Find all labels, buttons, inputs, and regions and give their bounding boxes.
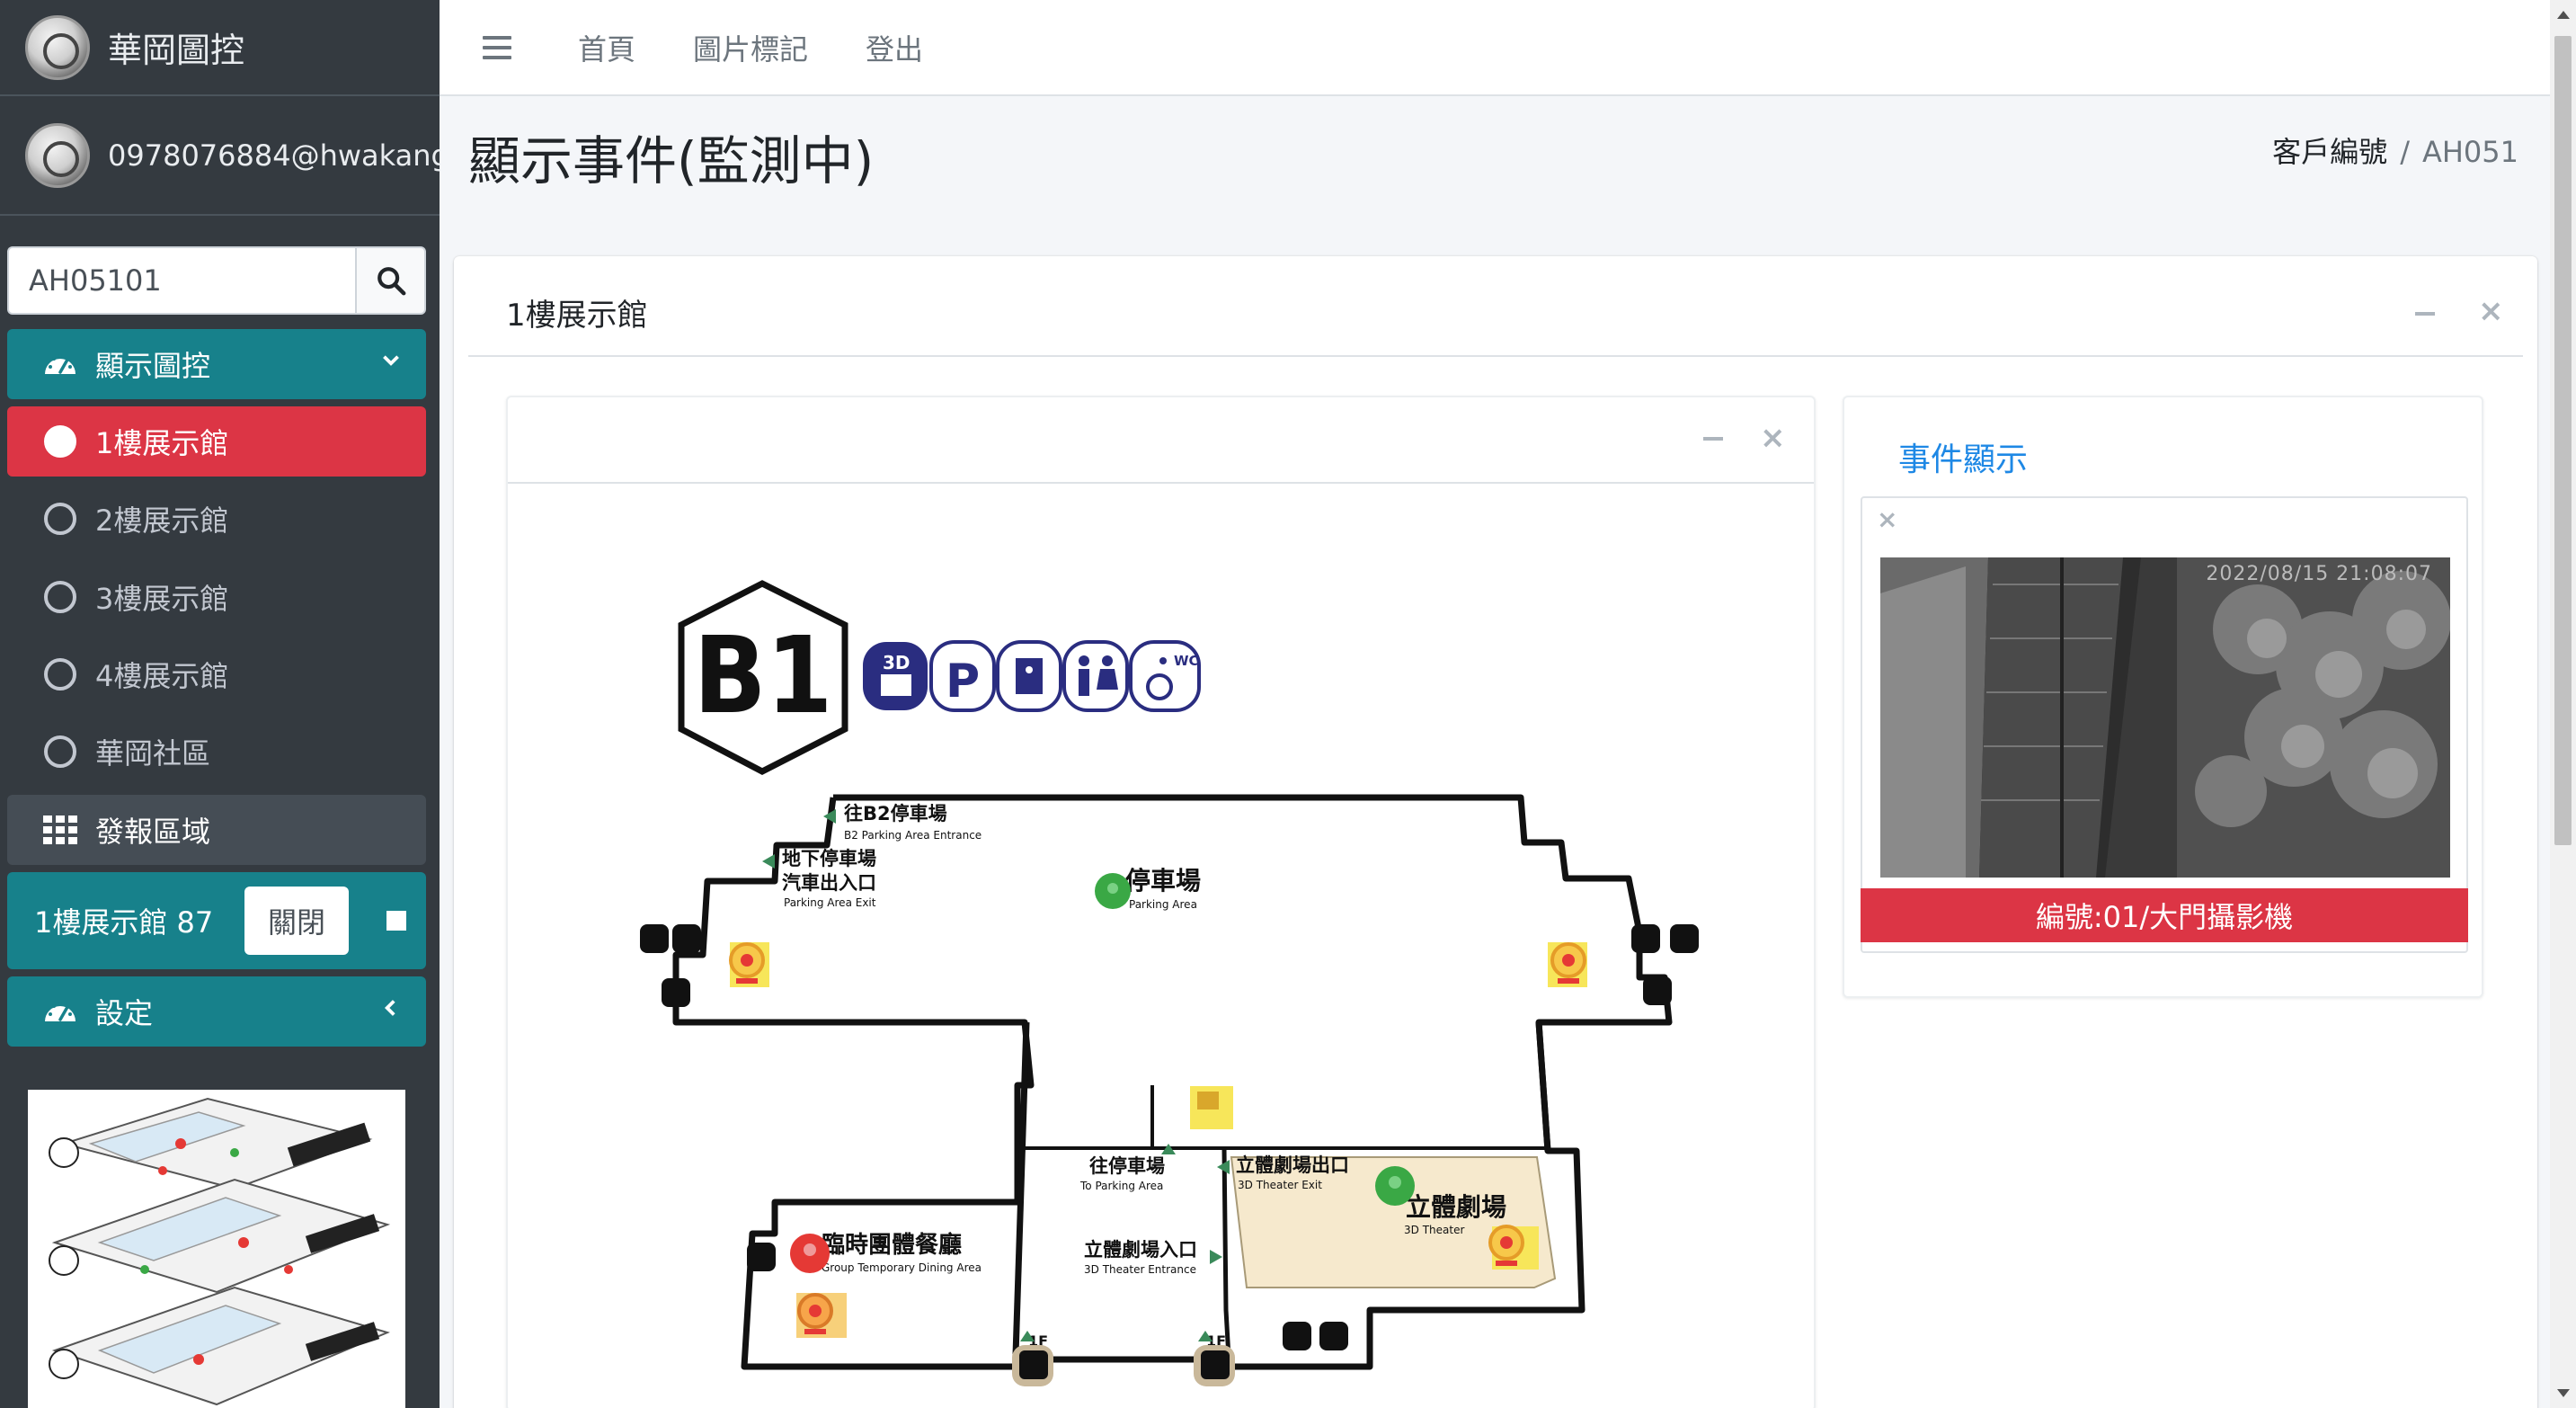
map-label-theater-exit: 立體劇場出口 — [1236, 1154, 1349, 1176]
collapse-icon[interactable] — [2415, 312, 2435, 316]
event-caption: 編號:01/大門攝影機 — [1861, 888, 2468, 942]
alarm-close-button[interactable]: 關閉 — [244, 887, 349, 955]
collapse-icon[interactable] — [1703, 437, 1723, 441]
sidebar-menu-settings-label: 設定 — [95, 996, 154, 1030]
search-icon — [377, 267, 405, 296]
main-card-title: 1樓展示館 — [506, 298, 648, 334]
hamburger-menu-icon[interactable] — [483, 35, 511, 59]
sidebar-item-alarm-area[interactable]: 發報區域 — [7, 795, 426, 865]
page-scrollbar[interactable] — [2550, 0, 2576, 1408]
event-panel: 事件顯示 × 2022/08/15 21:08:07 編號:01/大門攝影機 — [1843, 396, 2483, 998]
main-card-header: 1樓展示館 × — [468, 256, 2523, 357]
floor-map-card: × B1 3D P WC 往B2停車場 地下停車場 汽車出入口 停車場 往停車場… — [506, 396, 1816, 1408]
breadcrumb-current: AH051 — [2421, 135, 2518, 169]
breadcrumb: 客戶編號 / AH051 — [2272, 129, 2518, 171]
map-label-to-parking: 往停車場 — [1089, 1155, 1165, 1177]
circle-icon — [41, 655, 79, 693]
close-icon[interactable]: × — [1877, 507, 1897, 532]
brand-title: 華岡圖控 — [108, 31, 245, 70]
stop-icon[interactable] — [386, 911, 406, 931]
sidebar-item-floor-2[interactable]: 2樓展示館 — [7, 484, 426, 554]
map-label-theater-entrance-en: 3D Theater Entrance — [1084, 1263, 1196, 1276]
user-panel[interactable]: 0978076884@hwakang.c — [0, 96, 440, 216]
floor-badge-label: B1 — [694, 613, 833, 737]
circle-icon — [41, 578, 79, 616]
map-label-car-exit: 汽車出入口 — [782, 872, 876, 894]
sidebar-item-floor-1[interactable]: 1樓展示館 — [7, 406, 426, 477]
sidebar-item-community[interactable]: 華岡社區 — [7, 717, 426, 787]
page-title: 顯示事件(監測中) — [468, 130, 875, 192]
facility-icons: 3D P WC — [863, 640, 1201, 712]
3d-icon-label: 3D — [883, 652, 910, 673]
map-label-theater-en: 3D Theater — [1404, 1224, 1464, 1236]
map-label-dining: 臨時團體餐廳 — [822, 1231, 962, 1259]
parking-icon-label: P — [946, 655, 980, 708]
map-label-parking: 停車場 — [1125, 866, 1201, 896]
camera-timestamp: 2022/08/15 21:08:07 — [2206, 563, 2432, 585]
close-icon[interactable]: × — [2478, 296, 2504, 326]
map-label-b2-parking: 往B2停車場 — [844, 803, 947, 824]
sidebar: 華岡圖控 0978076884@hwakang.c 顯示圖控 1樓展示館 — [0, 0, 440, 1408]
brand[interactable]: 華岡圖控 — [0, 0, 440, 96]
nav-link-logout[interactable]: 登出 — [866, 27, 923, 68]
map-label-dining-en: Group Temporary Dining Area — [822, 1261, 982, 1274]
sidebar-menu-display[interactable]: 顯示圖控 — [7, 329, 426, 399]
wc-icon-label: WC — [1174, 653, 1199, 669]
floor-map: B1 3D P WC 往B2停車場 地下停車場 汽車出入口 停車場 往停車場 立… — [640, 580, 1699, 1386]
sidebar-item-label: 2樓展示館 — [95, 503, 229, 538]
brand-logo — [25, 14, 90, 80]
sidebar-item-floor-3[interactable]: 3樓展示館 — [7, 562, 426, 632]
circle-icon — [41, 500, 79, 538]
map-label-b2-parking-en: B2 Parking Area Entrance — [844, 829, 982, 842]
map-label-ug-parking: 地下停車場 — [782, 848, 876, 869]
sidebar-item-label: 4樓展示館 — [95, 659, 229, 693]
floor-map-card-header: × — [508, 397, 1814, 484]
alarm-entry: 1樓展示館 87 關閉 — [7, 872, 426, 969]
map-label-to-parking-en: To Parking Area — [1079, 1180, 1163, 1192]
sidebar-item-label: 華岡社區 — [95, 736, 211, 771]
circle-icon — [41, 733, 79, 771]
scroll-up-icon[interactable] — [2557, 11, 2570, 19]
dashboard-icon — [41, 345, 79, 383]
user-email: 0978076884@hwakang.c — [108, 138, 440, 173]
sidebar-search — [7, 246, 426, 315]
floor-overview-thumbnail[interactable] — [28, 1090, 405, 1408]
event-item: × 2022/08/15 21:08:07 編號:01/大門攝影機 — [1861, 496, 2468, 953]
alarm-entry-label: 1樓展示館 87 — [34, 905, 214, 940]
breadcrumb-parent[interactable]: 客戶編號 — [2272, 135, 2387, 169]
grid-icon — [41, 811, 79, 849]
camera-snapshot[interactable]: 2022/08/15 21:08:07 — [1880, 557, 2450, 878]
map-label-theater: 立體劇場 — [1406, 1192, 1506, 1222]
breadcrumb-separator: / — [2400, 135, 2410, 169]
sidebar-item-label: 發報區域 — [95, 815, 211, 849]
sidebar-menu-settings[interactable]: 設定 — [7, 976, 426, 1047]
map-label-theater-exit-en: 3D Theater Exit — [1238, 1179, 1322, 1191]
nav-link-home[interactable]: 首頁 — [578, 27, 635, 68]
sidebar-item-floor-4[interactable]: 4樓展示館 — [7, 639, 426, 709]
user-avatar — [25, 122, 90, 188]
sidebar-item-label: 3樓展示館 — [95, 582, 229, 616]
scrollbar-thumb[interactable] — [2554, 36, 2572, 845]
scroll-down-icon[interactable] — [2557, 1389, 2570, 1397]
map-label-car-exit-en: Parking Area Exit — [784, 896, 876, 909]
event-panel-title: 事件顯示 — [1898, 441, 2029, 478]
sidebar-menu-display-label: 顯示圖控 — [95, 349, 211, 383]
dashboard-icon — [41, 993, 79, 1030]
topbar: 首頁 圖片標記 登出 — [440, 0, 2550, 96]
search-input[interactable] — [7, 246, 355, 315]
map-label-parking-en: Parking Area — [1129, 898, 1197, 911]
circle-icon — [41, 423, 79, 460]
sidebar-item-label: 1樓展示館 — [95, 426, 229, 460]
close-icon[interactable]: × — [1760, 423, 1786, 453]
nav-link-image-mark[interactable]: 圖片標記 — [693, 27, 808, 68]
search-button[interactable] — [355, 246, 426, 315]
chevron-down-icon — [383, 355, 399, 366]
map-label-theater-entrance: 立體劇場入口 — [1084, 1239, 1197, 1261]
chevron-left-icon — [384, 1000, 395, 1016]
floor-badge: B1 — [678, 580, 848, 775]
